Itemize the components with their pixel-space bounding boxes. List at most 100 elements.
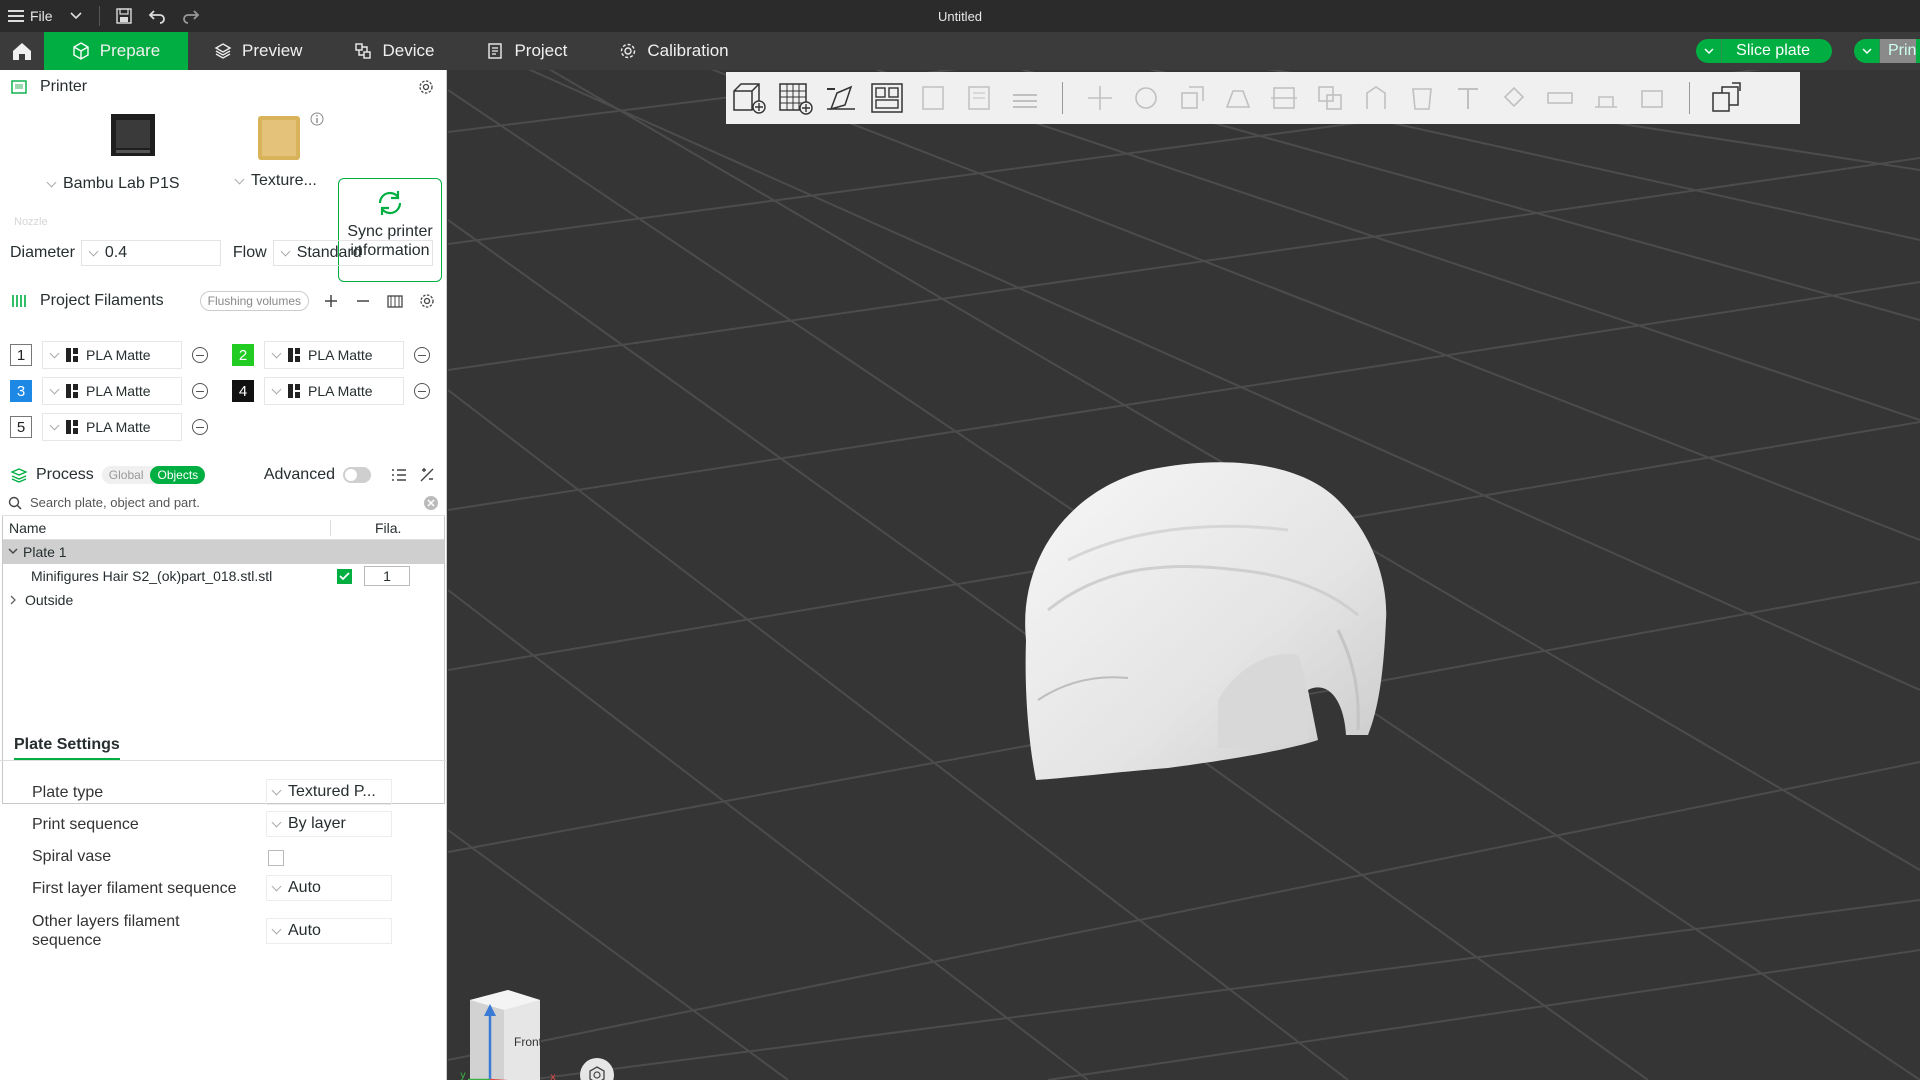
search-input[interactable]: Search plate, object and part. — [30, 495, 415, 510]
compare-button[interactable] — [417, 465, 437, 485]
clear-search-icon[interactable] — [423, 495, 439, 511]
cut-tool-button[interactable] — [1265, 79, 1303, 117]
text-tool-button[interactable] — [1449, 79, 1487, 117]
add-object-button[interactable] — [730, 79, 768, 117]
remove-filament-icon[interactable] — [414, 347, 430, 363]
tab-prepare[interactable]: Prepare — [44, 32, 188, 70]
printer-settings-button[interactable] — [416, 77, 436, 97]
redo-button[interactable] — [174, 0, 208, 32]
title-bar: File Untitled — [0, 0, 1920, 32]
lay-on-face-button[interactable] — [1219, 79, 1257, 117]
filament-number-badge: 1 — [10, 344, 32, 366]
object-visible-checkbox[interactable] — [337, 568, 352, 584]
tab-preview[interactable]: Preview — [188, 32, 328, 70]
color-paint-button[interactable] — [1495, 79, 1533, 117]
toolbar-plate-button[interactable] — [1006, 79, 1044, 117]
printer-model-selector[interactable]: Bambu Lab P1S — [46, 112, 208, 193]
3d-viewport[interactable]: y x Front — [448, 70, 1920, 1080]
object-row[interactable]: Minifigures Hair S2_(ok)part_018.stl.stl… — [3, 564, 444, 588]
object-filament-input[interactable]: 1 — [364, 566, 410, 586]
outside-row[interactable]: Outside — [3, 588, 444, 612]
hair-model[interactable] — [1008, 450, 1428, 790]
objects-scope-button[interactable]: Objects — [150, 466, 206, 484]
filament-select[interactable]: PLA Matte — [264, 341, 404, 369]
scale-tool-button[interactable] — [1173, 79, 1211, 117]
undo-button[interactable] — [140, 0, 174, 32]
support-paint-button[interactable] — [1357, 79, 1395, 117]
add-filament-button[interactable] — [321, 291, 341, 311]
tab-device[interactable]: Device — [328, 32, 460, 70]
save-button[interactable] — [108, 0, 140, 32]
flushing-volumes-button[interactable]: Flushing volumes — [199, 291, 309, 311]
tab-project[interactable]: Project — [460, 32, 593, 70]
plate-row[interactable]: Plate 1 — [3, 540, 444, 564]
filament-settings-button[interactable] — [417, 291, 437, 311]
filament-select[interactable]: PLA Matte — [264, 377, 404, 405]
toolbar-layers-button[interactable] — [960, 79, 998, 117]
assembly-button[interactable] — [1587, 79, 1625, 117]
add-plate-button[interactable] — [776, 79, 814, 117]
slice-dropdown-button[interactable] — [1696, 39, 1723, 63]
filament-slot-3[interactable]: 3 PLA Matte — [10, 377, 208, 405]
plate-type-selector[interactable]: Texture... — [234, 112, 328, 190]
filament-slot-1[interactable]: 1 PLA Matte — [10, 341, 208, 369]
name-column-header[interactable]: Name — [3, 519, 331, 536]
search-icon — [8, 496, 22, 510]
flow-select[interactable]: Standard — [272, 240, 433, 266]
diameter-select[interactable]: 0.4 — [80, 240, 221, 266]
mesh-boolean-button[interactable] — [1311, 79, 1349, 117]
other-layers-sequence-select[interactable]: Auto — [266, 918, 392, 944]
remove-filament-button[interactable] — [353, 291, 373, 311]
print-plate-button[interactable]: Prin — [1854, 39, 1920, 63]
sync-printer-button[interactable]: Sync printer information — [338, 178, 442, 282]
rotate-tool-button[interactable] — [1127, 79, 1165, 117]
nozzle-label: Nozzle — [14, 216, 48, 228]
list-view-button[interactable] — [389, 465, 409, 485]
spiral-vase-checkbox[interactable] — [268, 850, 284, 866]
chevron-down-icon[interactable] — [5, 547, 21, 557]
plate-settings-tab[interactable]: Plate Settings — [14, 736, 120, 760]
emboss-button[interactable] — [1633, 79, 1671, 117]
remove-filament-icon[interactable] — [192, 347, 208, 363]
filament-name: PLA Matte — [86, 347, 151, 363]
remove-filament-icon[interactable] — [192, 419, 208, 435]
filament-slot-2[interactable]: 2 PLA Matte — [232, 341, 430, 369]
plate-type-select[interactable]: Textured P... — [266, 779, 392, 805]
filament-slot-5[interactable]: 5 PLA Matte — [10, 413, 208, 441]
home-icon — [13, 43, 31, 60]
measure-tool-button[interactable] — [1541, 79, 1579, 117]
file-menu[interactable]: File — [0, 0, 61, 32]
auto-orient-button[interactable] — [822, 79, 860, 117]
slice-plate-button[interactable]: Slice plate — [1696, 39, 1832, 63]
flow-value: Standard — [296, 244, 362, 261]
filament-select[interactable]: PLA Matte — [42, 377, 182, 405]
advanced-toggle[interactable] — [343, 467, 371, 483]
plate-type-label: Plate type — [32, 784, 104, 801]
chevron-right-icon[interactable] — [7, 594, 19, 606]
tab-calibration[interactable]: Calibration — [593, 32, 754, 70]
toolbar-split-button[interactable] — [914, 79, 952, 117]
sync-ams-button[interactable] — [385, 291, 405, 311]
tab-device-label: Device — [382, 41, 435, 60]
process-icon — [10, 468, 28, 483]
printer-section-header: Printer — [0, 70, 446, 104]
filament-number-badge: 2 — [232, 344, 254, 366]
filament-select[interactable]: PLA Matte — [42, 413, 182, 441]
remove-filament-icon[interactable] — [192, 383, 208, 399]
divider — [0, 760, 447, 761]
filament-slot-4[interactable]: 4 PLA Matte — [232, 377, 430, 405]
move-tool-button[interactable] — [1081, 79, 1119, 117]
filament-column-header[interactable]: Fila. — [331, 520, 401, 536]
bambu-logo-icon — [66, 384, 78, 398]
print-dropdown-button[interactable] — [1854, 39, 1880, 63]
global-scope-button[interactable]: Global — [101, 466, 151, 484]
print-sequence-select[interactable]: By layer — [266, 811, 392, 837]
explode-view-button[interactable] — [1708, 79, 1746, 117]
remove-filament-icon[interactable] — [414, 383, 430, 399]
first-layer-sequence-select[interactable]: Auto — [266, 875, 392, 901]
home-button[interactable] — [0, 32, 44, 70]
seam-paint-button[interactable] — [1403, 79, 1441, 117]
file-dropdown-button[interactable] — [61, 0, 91, 32]
arrange-button[interactable] — [868, 79, 906, 117]
filament-select[interactable]: PLA Matte — [42, 341, 182, 369]
